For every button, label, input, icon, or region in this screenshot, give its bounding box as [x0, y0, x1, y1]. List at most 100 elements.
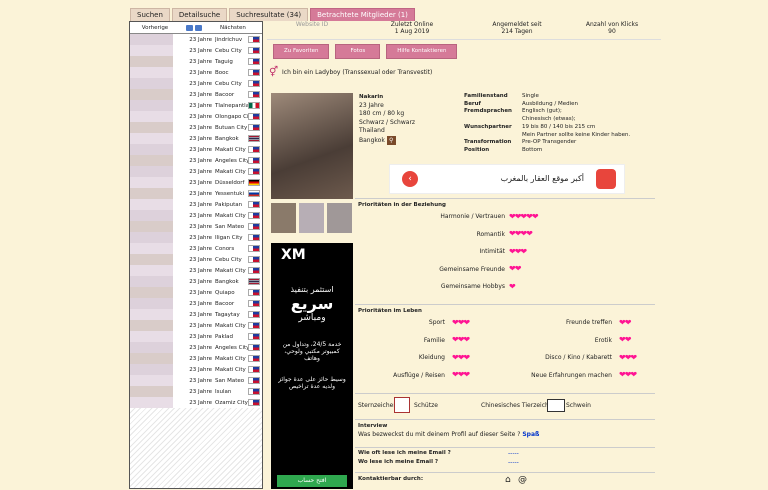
- result-thumbnail[interactable]: [130, 232, 173, 243]
- prev-arrow-icon[interactable]: [186, 24, 193, 31]
- flag-icon: [248, 355, 260, 362]
- flag-icon: [248, 91, 260, 98]
- flag-icon: [248, 267, 260, 274]
- chinese-zodiac-label: Chinesisches Tierzeichen: [481, 402, 557, 409]
- thumb-photo-3[interactable]: [327, 203, 352, 233]
- result-row[interactable]: 23 Jahre Makati City: [130, 210, 262, 221]
- result-thumbnail[interactable]: [130, 78, 173, 89]
- result-thumbnail[interactable]: [130, 155, 173, 166]
- result-thumbnail[interactable]: [130, 133, 173, 144]
- tab-detailsuche[interactable]: Detailsuche: [171, 8, 228, 21]
- result-thumbnail[interactable]: [130, 298, 173, 309]
- detail-value: Ausbildung / Medien: [522, 100, 578, 107]
- result-row[interactable]: 23 Jahre Cebu City: [130, 45, 262, 56]
- result-row[interactable]: 23 Jahre Bacoor: [130, 298, 262, 309]
- result-row[interactable]: 23 Jahre Makati City: [130, 353, 262, 364]
- result-row[interactable]: 23 Jahre Tagaytay: [130, 309, 262, 320]
- result-thumbnail[interactable]: [130, 276, 173, 287]
- main-photo[interactable]: [271, 93, 353, 199]
- result-row[interactable]: 23 Jahre San Mateo: [130, 375, 262, 386]
- photos-button[interactable]: Fotos: [335, 44, 381, 59]
- result-thumbnail[interactable]: [130, 364, 173, 375]
- result-row[interactable]: 23 Jahre Angeles City: [130, 342, 262, 353]
- favorite-button[interactable]: Zu Favoriten: [273, 44, 330, 59]
- result-thumbnail[interactable]: [130, 67, 173, 78]
- result-thumbnail[interactable]: [130, 254, 173, 265]
- xm-ad[interactable]: XM استثمر بتنفيذ سريع ومباشر خدمة 24/5، …: [271, 243, 353, 489]
- ad-text: أكبر موقع العقار بالمغرب: [500, 174, 584, 183]
- result-thumbnail[interactable]: [130, 34, 173, 45]
- result-row[interactable]: 23 JahreOlongapo City: [130, 111, 262, 122]
- house-icon[interactable]: ⌂: [505, 475, 511, 485]
- prev-link[interactable]: Vorherige: [130, 25, 180, 31]
- result-row[interactable]: 23 Jahre Jindrichuv: [130, 34, 262, 45]
- result-row[interactable]: 23 Jahre Makati City: [130, 320, 262, 331]
- result-thumbnail[interactable]: [130, 122, 173, 133]
- result-row[interactable]: 23 Jahre Ozamiz City: [130, 397, 262, 408]
- banner-ad[interactable]: ‹ أكبر موقع العقار بالمغرب: [389, 164, 625, 194]
- result-row[interactable]: 23 Jahre Makati City: [130, 265, 262, 276]
- result-thumbnail[interactable]: [130, 210, 173, 221]
- result-thumbnail[interactable]: [130, 111, 173, 122]
- result-thumbnail[interactable]: [130, 144, 173, 155]
- result-row[interactable]: 23 Jahre Makati City: [130, 364, 262, 375]
- result-row[interactable]: 23 Jahre Iligan City: [130, 232, 262, 243]
- result-thumbnail[interactable]: [130, 100, 173, 111]
- result-row[interactable]: 23 Jahre Düsseldorf: [130, 177, 262, 188]
- result-thumbnail[interactable]: [130, 265, 173, 276]
- flag-icon: [248, 300, 260, 307]
- result-thumbnail[interactable]: [130, 331, 173, 342]
- result-row[interactable]: 23 Jahre Angeles City: [130, 155, 262, 166]
- email-icon[interactable]: @: [518, 475, 527, 485]
- result-thumbnail[interactable]: [130, 166, 173, 177]
- next-arrow-icon[interactable]: [195, 24, 202, 31]
- result-row[interactable]: 23 Jahre Paklad: [130, 331, 262, 342]
- result-thumbnail[interactable]: [130, 89, 173, 100]
- thumb-photo-1[interactable]: [271, 203, 296, 233]
- next-link[interactable]: Nächsten: [220, 25, 246, 31]
- priority-label: Ausflüge / Reisen: [393, 371, 445, 379]
- result-thumbnail[interactable]: [130, 45, 173, 56]
- result-row[interactable]: 23 Jahre Conors: [130, 243, 262, 254]
- result-row[interactable]: 23 Jahre Cebu City: [130, 254, 262, 265]
- result-thumbnail[interactable]: [130, 56, 173, 67]
- result-row[interactable]: 23 Jahre Butuan City: [130, 122, 262, 133]
- result-thumbnail[interactable]: [130, 199, 173, 210]
- result-thumbnail[interactable]: [130, 397, 173, 408]
- contact-help-button[interactable]: Hilfe Kontaktieren: [386, 44, 458, 59]
- result-age: 23 Jahre: [189, 91, 212, 98]
- xm-cta-button[interactable]: افتح حساب: [277, 475, 347, 487]
- result-thumbnail[interactable]: [130, 309, 173, 320]
- result-thumbnail[interactable]: [130, 386, 173, 397]
- result-thumbnail[interactable]: [130, 320, 173, 331]
- result-thumbnail[interactable]: [130, 375, 173, 386]
- result-row[interactable]: 23 Jahre Makati City: [130, 144, 262, 155]
- result-thumbnail[interactable]: [130, 243, 173, 254]
- result-thumbnail[interactable]: [130, 287, 173, 298]
- tab-suchresultate[interactable]: Suchresultate (34): [229, 8, 309, 21]
- result-row[interactable]: 23 Jahre Bangkok: [130, 276, 262, 287]
- result-row[interactable]: 23 Jahre Makati City: [130, 166, 262, 177]
- result-row[interactable]: 23 Jahre Booc: [130, 67, 262, 78]
- result-row[interactable]: 23 Jahre Tlalnepantla: [130, 100, 262, 111]
- result-thumbnail[interactable]: [130, 221, 173, 232]
- result-row[interactable]: 23 Jahre Yessentuki: [130, 188, 262, 199]
- result-row[interactable]: 23 Jahre Bacoor: [130, 89, 262, 100]
- map-pin-icon[interactable]: ⚲: [386, 135, 396, 145]
- tab-suchen[interactable]: Suchen: [130, 8, 170, 21]
- result-city: Cebu City: [215, 80, 242, 87]
- result-row[interactable]: 23 Jahre Cebu City: [130, 78, 262, 89]
- result-row[interactable]: 23 Jahre Pakiputan: [130, 199, 262, 210]
- result-thumbnail[interactable]: [130, 177, 173, 188]
- result-row[interactable]: 23 Jahre Quiapo: [130, 287, 262, 298]
- tab-betrachtete-mitglieder[interactable]: Betrachtete Mitglieder (1): [310, 8, 415, 21]
- result-thumbnail[interactable]: [130, 188, 173, 199]
- result-row[interactable]: 23 Jahre Taguig: [130, 56, 262, 67]
- result-row[interactable]: 23 Jahre Bangkok: [130, 133, 262, 144]
- result-row[interactable]: 23 Jahre San Mateo: [130, 221, 262, 232]
- result-thumbnail[interactable]: [130, 342, 173, 353]
- result-row[interactable]: 23 Jahre Isulan: [130, 386, 262, 397]
- result-thumbnail[interactable]: [130, 353, 173, 364]
- thumb-photo-2[interactable]: [299, 203, 324, 233]
- hearts-icon: ❤❤❤: [452, 335, 470, 345]
